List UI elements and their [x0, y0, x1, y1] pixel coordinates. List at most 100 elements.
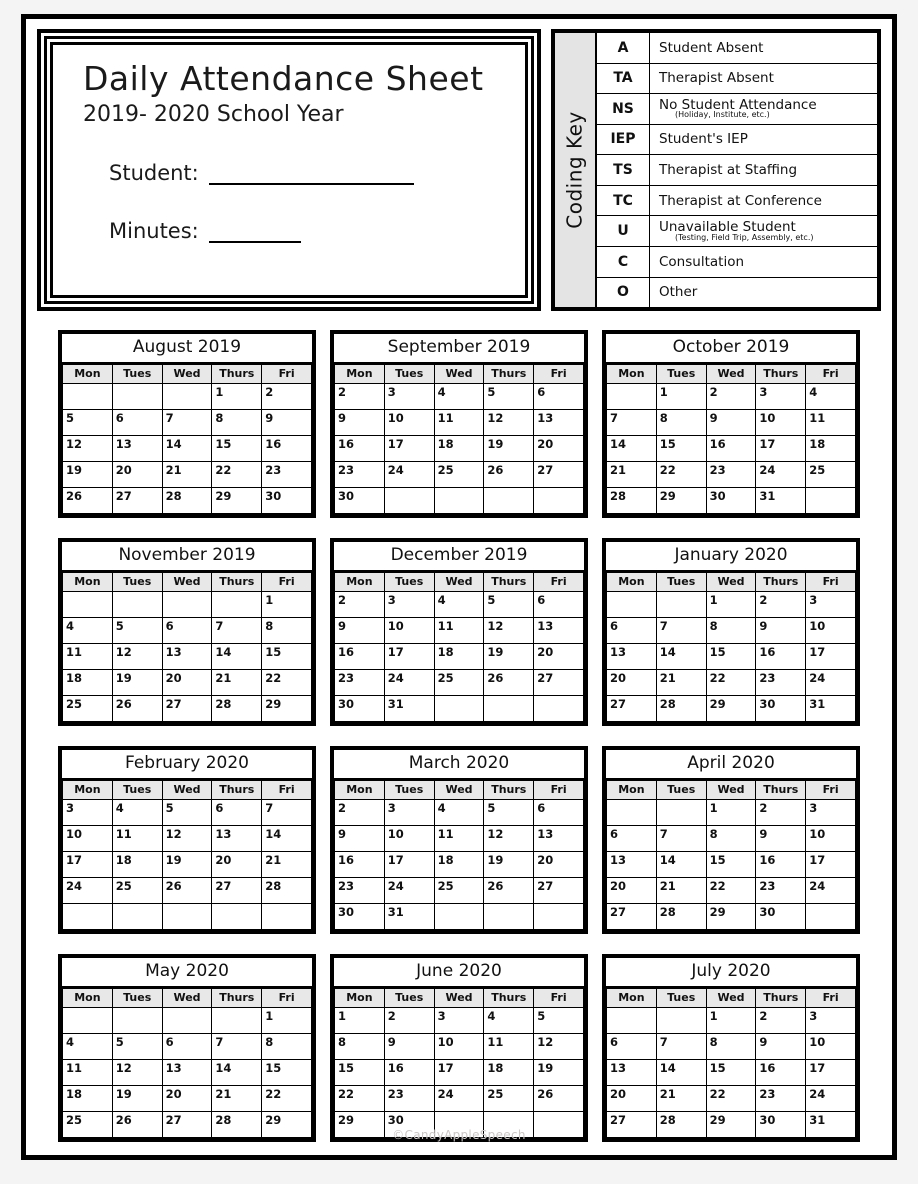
day-cell[interactable]: 6	[533, 590, 584, 618]
day-cell[interactable]: 20	[606, 1084, 657, 1112]
day-cell[interactable]: 3	[383, 590, 435, 618]
day-cell[interactable]: 19	[483, 642, 535, 670]
day-cell[interactable]: 30	[755, 694, 807, 722]
day-cell[interactable]: 11	[433, 616, 485, 644]
day-cell[interactable]: 28	[161, 486, 213, 514]
day-cell[interactable]: 1	[261, 1006, 312, 1034]
day-cell[interactable]: 26	[533, 1084, 584, 1112]
day-cell[interactable]: 17	[383, 850, 435, 878]
day-cell[interactable]: 15	[705, 1058, 757, 1086]
day-cell[interactable]: 8	[334, 1032, 385, 1060]
day-cell[interactable]	[606, 1006, 657, 1034]
day-cell[interactable]: 31	[383, 902, 435, 930]
day-cell[interactable]	[161, 1006, 213, 1034]
day-cell[interactable]	[211, 1006, 263, 1034]
day-cell[interactable]: 25	[433, 876, 485, 904]
day-cell[interactable]: 15	[334, 1058, 385, 1086]
day-cell[interactable]: 31	[755, 486, 807, 514]
day-cell[interactable]: 13	[533, 408, 584, 436]
day-cell[interactable]: 3	[62, 798, 113, 826]
day-cell[interactable]	[805, 486, 856, 514]
day-cell[interactable]: 21	[261, 850, 312, 878]
day-cell[interactable]: 11	[62, 1058, 113, 1086]
day-cell[interactable]: 21	[655, 668, 707, 696]
day-cell[interactable]: 22	[705, 876, 757, 904]
day-cell[interactable]: 9	[755, 616, 807, 644]
day-cell[interactable]: 8	[261, 616, 312, 644]
day-cell[interactable]: 26	[483, 668, 535, 696]
day-cell[interactable]: 23	[334, 460, 385, 488]
day-cell[interactable]: 14	[655, 642, 707, 670]
day-cell[interactable]: 23	[261, 460, 312, 488]
day-cell[interactable]: 18	[111, 850, 163, 878]
minutes-input[interactable]	[208, 223, 301, 244]
day-cell[interactable]: 24	[433, 1084, 485, 1112]
day-cell[interactable]: 27	[211, 876, 263, 904]
day-cell[interactable]: 16	[334, 642, 385, 670]
day-cell[interactable]: 24	[755, 460, 807, 488]
day-cell[interactable]: 24	[383, 876, 435, 904]
day-cell[interactable]: 24	[805, 1084, 856, 1112]
day-cell[interactable]: 23	[334, 668, 385, 696]
day-cell[interactable]: 9	[261, 408, 312, 436]
day-cell[interactable]	[433, 694, 485, 722]
day-cell[interactable]	[161, 382, 213, 410]
day-cell[interactable]	[483, 902, 535, 930]
day-cell[interactable]: 17	[383, 642, 435, 670]
day-cell[interactable]: 6	[161, 1032, 213, 1060]
day-cell[interactable]: 18	[62, 668, 113, 696]
day-cell[interactable]	[111, 590, 163, 618]
day-cell[interactable]: 21	[211, 1084, 263, 1112]
day-cell[interactable]: 19	[483, 434, 535, 462]
day-cell[interactable]: 6	[606, 1032, 657, 1060]
day-cell[interactable]: 27	[533, 668, 584, 696]
day-cell[interactable]: 22	[655, 460, 707, 488]
day-cell[interactable]: 4	[433, 382, 485, 410]
day-cell[interactable]: 9	[334, 824, 385, 852]
day-cell[interactable]: 28	[655, 902, 707, 930]
day-cell[interactable]: 12	[483, 616, 535, 644]
day-cell[interactable]: 18	[433, 642, 485, 670]
day-cell[interactable]	[606, 798, 657, 826]
day-cell[interactable]: 4	[483, 1006, 535, 1034]
day-cell[interactable]: 6	[211, 798, 263, 826]
day-cell[interactable]: 22	[211, 460, 263, 488]
day-cell[interactable]: 27	[533, 460, 584, 488]
day-cell[interactable]: 27	[606, 902, 657, 930]
day-cell[interactable]: 21	[655, 876, 707, 904]
day-cell[interactable]: 17	[433, 1058, 485, 1086]
day-cell[interactable]: 9	[383, 1032, 435, 1060]
day-cell[interactable]: 20	[161, 1084, 213, 1112]
day-cell[interactable]: 5	[483, 590, 535, 618]
day-cell[interactable]: 24	[383, 668, 435, 696]
day-cell[interactable]: 25	[483, 1084, 535, 1112]
day-cell[interactable]: 12	[161, 824, 213, 852]
day-cell[interactable]: 30	[261, 486, 312, 514]
day-cell[interactable]: 3	[805, 590, 856, 618]
day-cell[interactable]: 18	[483, 1058, 535, 1086]
day-cell[interactable]	[111, 1006, 163, 1034]
day-cell[interactable]: 30	[705, 486, 757, 514]
day-cell[interactable]: 21	[161, 460, 213, 488]
day-cell[interactable]: 7	[261, 798, 312, 826]
day-cell[interactable]: 27	[161, 694, 213, 722]
day-cell[interactable]: 25	[433, 460, 485, 488]
day-cell[interactable]: 13	[533, 616, 584, 644]
day-cell[interactable]: 2	[334, 590, 385, 618]
day-cell[interactable]: 3	[805, 798, 856, 826]
day-cell[interactable]: 19	[62, 460, 113, 488]
day-cell[interactable]: 18	[805, 434, 856, 462]
day-cell[interactable]: 15	[261, 642, 312, 670]
day-cell[interactable]: 14	[655, 1058, 707, 1086]
day-cell[interactable]: 9	[705, 408, 757, 436]
day-cell[interactable]: 10	[805, 824, 856, 852]
day-cell[interactable]	[62, 590, 113, 618]
day-cell[interactable]: 16	[334, 850, 385, 878]
day-cell[interactable]: 19	[533, 1058, 584, 1086]
day-cell[interactable]: 29	[705, 902, 757, 930]
day-cell[interactable]: 11	[433, 408, 485, 436]
day-cell[interactable]: 20	[111, 460, 163, 488]
day-cell[interactable]: 24	[805, 668, 856, 696]
day-cell[interactable]: 11	[111, 824, 163, 852]
student-input[interactable]	[208, 165, 414, 186]
